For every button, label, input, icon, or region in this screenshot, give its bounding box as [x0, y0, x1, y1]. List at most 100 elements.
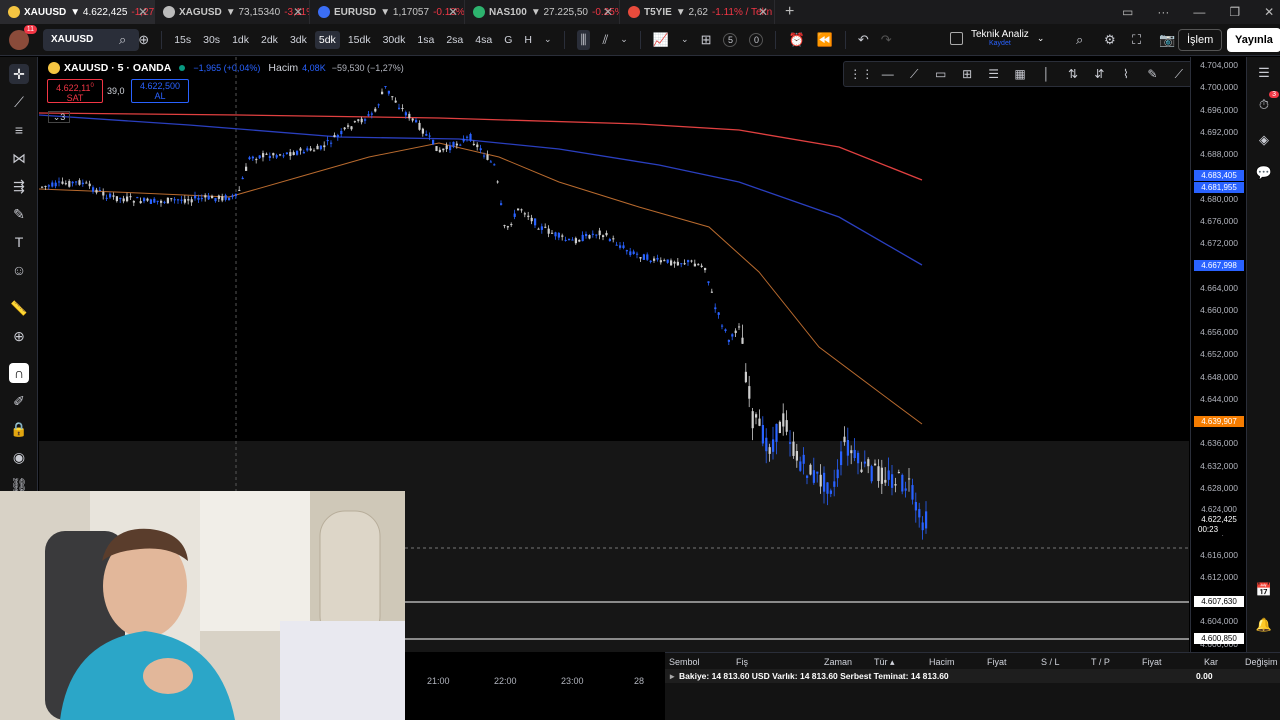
replay-count[interactable]: 0: [749, 32, 764, 47]
fib-icon[interactable]: ≡: [9, 120, 29, 140]
magnet-icon[interactable]: ∩: [9, 363, 29, 383]
publish-button[interactable]: Yayınla: [1227, 28, 1280, 52]
calendar-icon[interactable]: 📅: [1255, 582, 1273, 600]
layout-checkbox-icon[interactable]: [950, 31, 963, 45]
brush-icon[interactable]: ✎: [9, 204, 29, 224]
horizontal-line-icon[interactable]: —: [874, 67, 900, 81]
timeframe-4sa[interactable]: 4sa: [471, 31, 496, 49]
alert-icon[interactable]: ⏰: [788, 32, 804, 48]
browser-tab[interactable]: XAGUSD ▼ 73,15340 -3,11% ✕: [155, 0, 310, 24]
path-icon[interactable]: ⌇: [1113, 67, 1139, 81]
new-tab-icon[interactable]: +: [775, 3, 804, 21]
cast-icon[interactable]: ▭: [1122, 5, 1133, 19]
buy-button[interactable]: 4.622,500 AL: [131, 79, 189, 103]
notifications-icon[interactable]: 🔔: [1255, 617, 1273, 635]
ray-icon[interactable]: ⟋: [1166, 67, 1192, 82]
price-axis[interactable]: 4.704,000 4.700,000 4.696,000 4.692,000 4.68…: [1190, 57, 1246, 657]
timeframe-1sa[interactable]: 1sa: [413, 31, 438, 49]
more-icon[interactable]: ···: [1157, 5, 1169, 19]
layers-icon[interactable]: ◈: [1255, 132, 1273, 150]
close-icon[interactable]: ✕: [758, 5, 768, 19]
column-header[interactable]: Tür ▴: [874, 657, 895, 668]
lock-icon[interactable]: 🔒: [9, 419, 29, 439]
chevron-down-icon[interactable]: ⌄: [681, 34, 689, 45]
timeframe-15s[interactable]: 15s: [170, 31, 195, 49]
fullscreen-icon[interactable]: ⛶: [1132, 32, 1141, 48]
replay-icon[interactable]: ⏪: [817, 32, 833, 48]
text-icon[interactable]: T: [9, 232, 29, 252]
chevron-down-icon[interactable]: ⌄: [544, 34, 552, 45]
timeframe-15dk[interactable]: 15dk: [344, 31, 375, 49]
candles-icon[interactable]: ⫼: [576, 29, 591, 50]
brush-icon[interactable]: ✎: [1139, 67, 1165, 81]
close-icon[interactable]: ✕: [293, 5, 303, 19]
legend-title[interactable]: XAUUSD · 5 · OANDA: [64, 62, 171, 74]
long-position-icon[interactable]: ⇅: [1060, 67, 1086, 81]
watchlist-icon[interactable]: ☰: [1255, 65, 1273, 83]
column-header[interactable]: Fiş: [736, 657, 748, 667]
column-header[interactable]: Fiyat: [1142, 657, 1162, 667]
timeframe-2dk[interactable]: 2dk: [257, 31, 282, 49]
undo-icon[interactable]: ↶: [858, 32, 869, 48]
timeframe-5dk[interactable]: 5dk: [314, 30, 340, 49]
column-header[interactable]: Hacim: [929, 657, 955, 667]
alerts-icon[interactable]: ⏱ 3: [1255, 91, 1279, 115]
timeframe-2sa[interactable]: 2sa: [442, 31, 467, 49]
layout-selector[interactable]: Teknik Analiz Kaydet ⌄: [950, 29, 1044, 47]
column-header[interactable]: S / L: [1041, 657, 1060, 667]
maximize-icon[interactable]: ❐: [1229, 5, 1240, 19]
drag-handle-icon[interactable]: ⋮⋮: [848, 67, 874, 81]
column-header[interactable]: Kar: [1204, 657, 1218, 667]
timeframe-1dk[interactable]: 1dk: [228, 31, 253, 49]
timeframe-G[interactable]: G: [500, 31, 516, 49]
chat-icon[interactable]: 💬: [1255, 165, 1273, 183]
search-icon[interactable]: ⌕: [119, 32, 126, 48]
pattern-icon[interactable]: ⋈: [9, 148, 29, 168]
close-icon[interactable]: ✕: [448, 5, 458, 19]
vertical-line-icon[interactable]: │: [1033, 67, 1059, 81]
chevron-down-icon[interactable]: ⌄: [1037, 33, 1045, 44]
column-header[interactable]: Fiyat: [987, 657, 1007, 667]
layout-save[interactable]: Kaydet: [971, 40, 1029, 47]
short-position-icon[interactable]: ⇵: [1086, 67, 1112, 81]
replay-speed[interactable]: 5: [723, 32, 738, 47]
chevron-down-icon[interactable]: ⌄: [620, 34, 628, 45]
timeframe-3dk[interactable]: 3dk: [286, 31, 311, 49]
timeframe-30dk[interactable]: 30dk: [379, 31, 410, 49]
column-header[interactable]: Sembol: [669, 657, 700, 667]
trade-button[interactable]: İşlem: [1178, 29, 1223, 51]
emoji-icon[interactable]: ☺: [9, 260, 29, 280]
browser-tab[interactable]: T5YIE ▼ 2,62 -1.11% / Tekn ✕: [620, 0, 775, 24]
close-icon[interactable]: ✕: [603, 5, 613, 19]
time-axis[interactable]: 21:00 22:00 23:00 28: [405, 672, 665, 690]
indicators-toggle[interactable]: ⌄3: [48, 111, 70, 123]
close-icon[interactable]: ✕: [138, 5, 148, 19]
crosshair-icon[interactable]: ✛: [9, 64, 29, 84]
lock-drawing-icon[interactable]: ✐: [9, 391, 29, 411]
eye-icon[interactable]: ◉: [9, 447, 29, 467]
rectangle-icon[interactable]: ▭: [927, 67, 953, 81]
bar-type-icon[interactable]: ⫽: [602, 32, 608, 48]
grid-icon[interactable]: ▦: [1007, 67, 1033, 81]
fib-retracement-icon[interactable]: ☰: [980, 67, 1006, 81]
avatar[interactable]: 11: [9, 24, 37, 50]
browser-tab[interactable]: NAS100 ▼ 27.225,50 -0.25% ✕: [465, 0, 620, 24]
sell-button[interactable]: 4.622,110 SAT: [47, 79, 103, 103]
ruler-icon[interactable]: 📏: [9, 298, 29, 318]
minimize-icon[interactable]: —: [1193, 5, 1205, 19]
price-range-icon[interactable]: ⊞: [954, 67, 980, 81]
close-window-icon[interactable]: ✕: [1264, 5, 1274, 19]
trend-line-icon[interactable]: ⟋: [901, 67, 927, 82]
search-icon[interactable]: ⌕: [1076, 32, 1083, 48]
browser-tab[interactable]: EURUSD ▼ 1,17057 -0.13% / ✕: [310, 0, 465, 24]
column-header[interactable]: Değişim: [1245, 657, 1278, 667]
balance-row[interactable]: ▸ Bakiye: 14 813.60 USD Varlık: 14 813.6…: [665, 669, 1280, 683]
templates-icon[interactable]: ⊞: [701, 32, 712, 48]
redo-icon[interactable]: ↷: [881, 32, 892, 48]
zoom-icon[interactable]: ⊕: [9, 326, 29, 346]
forecast-icon[interactable]: ⇶: [9, 176, 29, 196]
indicators-icon[interactable]: 📈: [653, 32, 669, 48]
expand-icon[interactable]: ▸: [670, 671, 674, 682]
column-header[interactable]: T / P: [1091, 657, 1110, 667]
trend-line-icon[interactable]: ⟋: [9, 92, 29, 112]
